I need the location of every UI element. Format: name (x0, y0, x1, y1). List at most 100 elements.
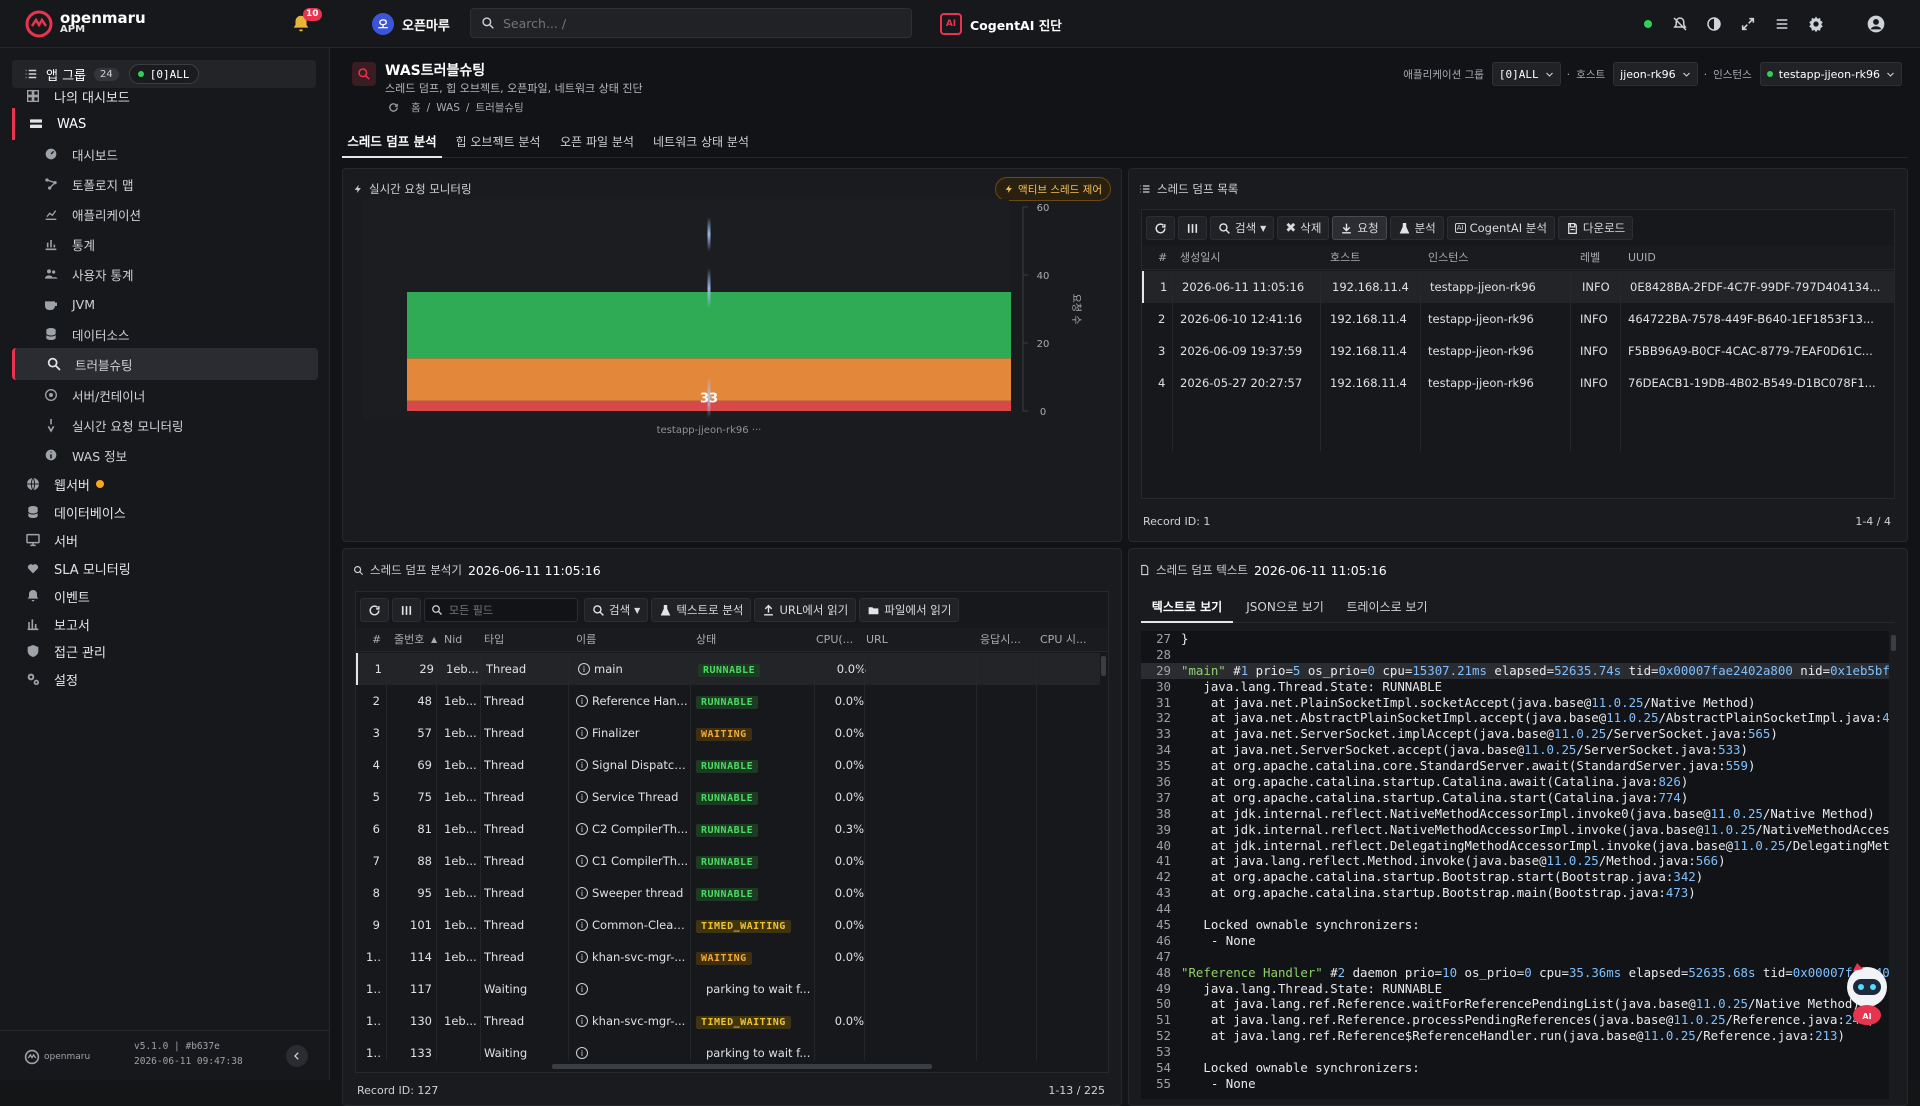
sidebar-item-server-container[interactable]: 서버/컨테이너 (12, 379, 318, 411)
info-icon[interactable]: i (576, 887, 588, 899)
col-nid[interactable]: Nid (444, 628, 462, 652)
breadcrumb-home[interactable]: 홈 (411, 100, 421, 115)
ai-assistant-mascot-icon[interactable]: AI (1835, 959, 1899, 1027)
sidebar-item-settings[interactable]: 설정 (12, 663, 318, 695)
theme-toggle-button[interactable] (1702, 12, 1726, 36)
table-row[interactable]: 8 95 1eb... Thread i Sweeper thread RUNNABLE 0.… (356, 877, 1100, 909)
notification-button[interactable]: 10 (290, 8, 322, 36)
analyze-text-button[interactable]: 텍스트로 분석 (651, 598, 752, 622)
col-instance[interactable]: 인스턴스 (1428, 246, 1468, 270)
table-row[interactable]: 1 2026-06-11 11:05:16 192.168.11.4 testapp-… (1142, 271, 1894, 303)
sidebar-item-was-info[interactable]: WAS 정보 (12, 439, 318, 471)
col-state[interactable]: 상태 (696, 628, 716, 652)
sidebar-item-statistics[interactable]: 통계 (12, 228, 318, 260)
table-row[interactable]: 3 57 1eb... Thread i Finalizer WAITING 0.0% (356, 717, 1100, 749)
refresh-button[interactable] (360, 598, 389, 622)
columns-button[interactable] (392, 598, 421, 622)
info-icon[interactable]: i (576, 695, 588, 707)
col-response-time[interactable]: 응답시... (980, 628, 1021, 652)
cogentai-diagnose-button[interactable]: AI CogentAI 진단 (940, 12, 1062, 36)
host-filter-select[interactable]: jjeon-rk96 (1613, 62, 1698, 86)
info-icon[interactable]: i (578, 663, 590, 675)
table-row[interactable]: 12 130 1eb... Thread i khan-svc-mgr-... TIMED_… (356, 1005, 1100, 1037)
col-host[interactable]: 호스트 (1330, 246, 1360, 270)
col-type[interactable]: 타입 (484, 628, 504, 652)
table-row[interactable]: 10 114 1eb... Thread i khan-svc-mgr-... WAITIN… (356, 941, 1100, 973)
search-dropdown-button[interactable]: 검색 ▼ (584, 598, 649, 622)
download-button[interactable]: 다운로드 (1557, 216, 1634, 240)
col-uuid[interactable]: UUID (1628, 246, 1656, 270)
code-scrollbar[interactable] (1891, 635, 1896, 651)
collapse-sidebar-button[interactable] (286, 1045, 308, 1067)
col-index[interactable]: # (372, 628, 381, 652)
sidebar-item-troubleshooting[interactable]: 트러블슈팅 (12, 348, 318, 380)
info-icon[interactable]: i (576, 727, 588, 739)
info-icon[interactable]: i (576, 1015, 588, 1027)
tab-trace-view[interactable]: 트레이스로 보기 (1337, 591, 1437, 623)
table-row[interactable]: 4 69 1eb... Thread i Signal Dispatch... RUNNAB… (356, 749, 1100, 781)
sidebar-item-datasource[interactable]: 데이터소스 (12, 318, 318, 350)
field-filter-input[interactable] (449, 603, 573, 617)
tab-network-status[interactable]: 네트워크 상태 분석 (648, 130, 754, 158)
fullscreen-button[interactable] (1736, 12, 1760, 36)
info-icon[interactable]: i (576, 855, 588, 867)
col-index[interactable]: # (1158, 246, 1167, 270)
table-row[interactable]: 4 2026-05-27 20:27:57 192.168.11.4 testapp-… (1142, 367, 1894, 399)
app-group-filter-select[interactable]: [0]ALL (1491, 62, 1561, 86)
request-button[interactable]: 요청 (1332, 216, 1387, 240)
col-created-at[interactable]: 생성일시 (1180, 246, 1220, 270)
table-row[interactable]: 5 75 1eb... Thread i Service Thread RUNNABLE 0.… (356, 781, 1100, 813)
field-filter[interactable] (424, 598, 578, 622)
col-cpu-percent[interactable]: CPU(... (816, 628, 853, 652)
tab-thread-dump[interactable]: 스레드 덤프 분석 (342, 130, 442, 158)
table-row[interactable]: 6 81 1eb... Thread i C2 CompilerTh... RUNNABLE… (356, 813, 1100, 845)
refresh-button[interactable] (1146, 216, 1175, 240)
info-icon[interactable]: i (576, 791, 588, 803)
table-row[interactable]: 13 133 Waiting i parking to wait f... (356, 1037, 1100, 1061)
user-profile-button[interactable] (1864, 12, 1888, 36)
brand-logo[interactable]: openmaru APM (24, 8, 146, 40)
search-dropdown-button[interactable]: 검색 ▼ (1210, 216, 1275, 240)
table-row[interactable]: 2 2026-06-10 12:41:16 192.168.11.4 testapp-… (1142, 303, 1894, 335)
sidebar-item-was[interactable]: WAS (12, 108, 318, 140)
sidebar-item-was-dashboard[interactable]: 대시보드 (12, 138, 318, 170)
col-line-number[interactable]: 줄번호 (394, 628, 424, 652)
table-row[interactable]: 2 48 1eb... Thread i Reference Han... RUNNABLE… (356, 685, 1100, 717)
table-row[interactable]: 7 88 1eb... Thread i C1 CompilerTh... RUNNABLE… (356, 845, 1100, 877)
settings-button[interactable] (1804, 12, 1828, 36)
read-file-button[interactable]: 파일에서 읽기 (859, 598, 960, 622)
thread-dump-code-view[interactable]: 27} 28 29 "main" #1 prio=5 os_prio=0 cpu=15… (1141, 631, 1889, 1099)
col-level[interactable]: 레벨 (1580, 246, 1600, 270)
tab-heap-object[interactable]: 힙 오브젝트 분석 (450, 130, 546, 158)
menu-button[interactable] (1770, 12, 1794, 36)
info-icon[interactable]: i (576, 919, 588, 931)
info-icon[interactable]: i (576, 983, 588, 995)
sidebar-item-topology-map[interactable]: 토폴로지 맵 (12, 168, 318, 200)
global-search[interactable] (470, 8, 912, 38)
active-thread-control-button[interactable]: 액티브 스레드 제어 (995, 177, 1111, 201)
table-row[interactable]: 3 2026-06-09 19:37:59 192.168.11.4 testapp-… (1142, 335, 1894, 367)
delete-button[interactable]: ✖ 삭제 (1277, 216, 1330, 240)
columns-button[interactable] (1178, 216, 1207, 240)
org-switcher[interactable]: 오 오픈마루 (372, 12, 450, 36)
analyze-button[interactable]: 분석 (1389, 216, 1444, 240)
sidebar-item-jvm[interactable]: JVM (12, 288, 318, 320)
cogentai-analyze-button[interactable]: AI CogentAI 분석 (1446, 216, 1555, 240)
tab-json-view[interactable]: JSON으로 보기 (1237, 591, 1333, 623)
table-row[interactable]: 1 29 1eb... Thread i main RUNNABLE 0.0% (356, 653, 1100, 685)
sidebar-item-application[interactable]: 애플리케이션 (12, 198, 318, 230)
sidebar-item-realtime-request-monitoring[interactable]: 실시간 요청 모니터링 (12, 409, 318, 441)
sort-asc-icon[interactable]: ▲ (431, 628, 437, 652)
breadcrumb-was[interactable]: WAS (436, 102, 460, 114)
info-icon[interactable]: i (576, 823, 588, 835)
vertical-scrollbar[interactable] (1101, 656, 1106, 676)
table-row[interactable]: 9 101 1eb... Thread i Common-Clean... TIMED_WA… (356, 909, 1100, 941)
info-icon[interactable]: i (576, 1047, 588, 1059)
table-row[interactable]: 11 117 Waiting i parking to wait f... (356, 973, 1100, 1005)
refresh-icon[interactable] (388, 102, 399, 113)
tab-open-file[interactable]: 오픈 파일 분석 (552, 130, 642, 158)
instance-filter-select[interactable]: testapp-jjeon-rk96 (1759, 62, 1902, 86)
read-url-button[interactable]: URL에서 읽기 (754, 598, 857, 622)
col-name[interactable]: 이름 (576, 628, 596, 652)
horizontal-scrollbar[interactable] (552, 1064, 932, 1069)
